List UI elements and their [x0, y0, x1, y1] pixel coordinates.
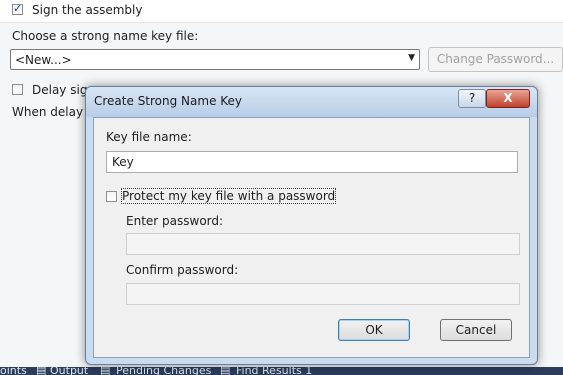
key-file-combo[interactable]: <New...> ▼: [10, 49, 420, 70]
key-file-name-label: Key file name:: [106, 130, 192, 144]
delay-sign-note: When delay s: [12, 105, 94, 119]
choose-key-label: Choose a strong name key file:: [12, 29, 199, 43]
chevron-down-icon: ▼: [408, 53, 415, 63]
find-results-icon: ▤: [220, 367, 231, 375]
key-file-name-value: Key: [112, 155, 134, 169]
output-icon: ▤: [36, 367, 47, 375]
close-button[interactable]: X: [486, 89, 530, 108]
cancel-button[interactable]: Cancel: [440, 319, 512, 341]
enter-password-field[interactable]: [126, 233, 520, 255]
help-button[interactable]: ?: [458, 89, 486, 108]
key-file-name-input[interactable]: Key: [106, 151, 518, 173]
dialog-body: Key file name: Key Protect my key file w…: [93, 117, 530, 358]
protect-password-label[interactable]: Protect my key file with a password: [120, 188, 337, 204]
sign-assembly-checkbox[interactable]: [12, 2, 23, 15]
ok-button[interactable]: OK: [338, 319, 410, 341]
tab-find-results[interactable]: Find Results 1: [236, 367, 312, 375]
tab-pending-changes[interactable]: Pending Changes: [116, 367, 211, 375]
change-password-button[interactable]: Change Password...: [428, 47, 563, 72]
tab-output[interactable]: Output: [50, 367, 88, 375]
confirm-password-label: Confirm password:: [126, 263, 239, 277]
pending-changes-icon: ▤: [100, 367, 111, 375]
tab-breakpoints[interactable]: oints: [0, 367, 27, 375]
protect-password-checkbox[interactable]: [106, 191, 117, 202]
enter-password-label: Enter password:: [126, 214, 224, 228]
delay-sign-checkbox[interactable]: [12, 84, 23, 95]
help-icon: ?: [468, 91, 476, 105]
tool-window-tab-strip: oints ▤ Output ▤ Pending Changes ▤ Find …: [0, 367, 563, 375]
key-file-combo-value: <New...>: [15, 53, 72, 67]
sign-assembly-label: Sign the assembly: [32, 3, 143, 17]
create-strong-name-key-dialog: Create Strong Name Key ? X Key file name…: [85, 86, 538, 365]
confirm-password-field[interactable]: [126, 283, 520, 305]
dialog-titlebar[interactable]: Create Strong Name Key ? X: [86, 87, 537, 117]
dialog-title: Create Strong Name Key: [94, 94, 243, 108]
close-icon: X: [503, 91, 513, 105]
